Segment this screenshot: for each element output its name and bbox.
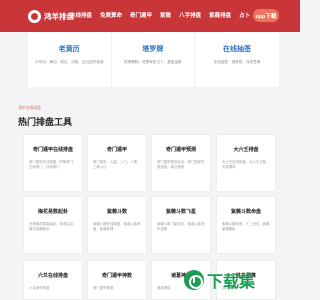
nav-item-online-chart[interactable]: 在线排盘 [70, 11, 92, 19]
tool-card[interactable]: 梅花易数起卦 在线梅花易数起卦，体用生克，梅花易数解卦 [23, 196, 83, 254]
tool-desc: 奇门遁甲在线排盘，时家奇门，日家奇门，月家奇门 [29, 160, 77, 169]
tool-card[interactable]: 大六壬排盘 大六壬在线排盘，大六壬占断，天将课体 [216, 134, 276, 192]
tool-desc: 六爻纳甲排盘 [29, 286, 50, 290]
download-site-icon [184, 270, 204, 290]
tool-card[interactable]: 奇门遁甲在线排盘 奇门遁甲在线排盘，时家奇门，日家奇门，月家奇门 [23, 134, 83, 192]
tool-title: 六爻在线排盘 [37, 273, 68, 279]
tool-desc: 奇门遁甲神数 [93, 286, 114, 290]
feature-desc: 塔罗解释，塔罗单张占卜，星座运势 [124, 60, 182, 64]
tool-title: 大六壬排盘 [233, 147, 259, 153]
nav-item-qimen[interactable]: 奇门遁甲 [130, 11, 152, 19]
section-title: 热门排盘工具 [18, 117, 73, 127]
tool-card[interactable]: 紫薇斗数命盘 紫薇斗数命宫，十二宫位，紫微星曜解析 [216, 196, 276, 254]
tool-title: 奇门遁甲预测 [165, 147, 196, 153]
feature-row: 老黄历 万年历、黄历、择日、冲煞、吉日吉时查询 塔罗牌 塔罗解释，塔罗单张占卜，… [28, 32, 279, 87]
main-nav: 在线排盘 免费算命 奇门遁甲 紫微 八字排盘 紫薇排盘 占卜 [70, 11, 258, 19]
watermark-text: 下载集 [207, 274, 256, 291]
tool-title: 紫薇斗数飞星 [165, 209, 196, 215]
tool-desc: 大六壬在线排盘，大六壬占断，天将课体 [222, 160, 270, 169]
tool-card[interactable]: 奇门遁甲 奇门遁甲，九星、八门、八神，三奇六仪 [87, 134, 147, 192]
tool-title: 奇门遁甲 [106, 147, 127, 153]
site-logo[interactable]: 鸿羊排盘 [28, 9, 74, 23]
tool-card[interactable]: 奇门遁甲预测 奇门遁甲预测吉凶，奇门遁甲在线排盘，事业预测 [151, 134, 211, 192]
feature-title: 在线抽签 [222, 46, 251, 53]
feature-draw-lots[interactable]: 在线抽签 在线抽签，观音签，月老签等 [195, 32, 279, 87]
nav-item-bazi[interactable]: 八字排盘 [179, 11, 201, 19]
feature-desc: 万年历、黄历、择日、冲煞、吉日吉时查询 [35, 60, 104, 64]
app-download-button[interactable]: app下载 [253, 9, 279, 22]
logo-icon [28, 9, 41, 23]
feature-title: 老黄历 [58, 46, 80, 53]
tool-desc: 紫薇斗数飞星四化，紫薇斗数流年运势 [157, 222, 205, 231]
section-tag: 鸿羊在线排盘 [18, 106, 41, 110]
tool-title: 奇门遁甲神数 [101, 273, 132, 279]
feature-desc: 在线抽签，观音签，月老签等 [213, 60, 261, 64]
nav-item-ziwei[interactable]: 紫微 [160, 11, 171, 19]
tool-desc: 紫薇斗数命宫，十二宫位，紫微星曜解析 [222, 222, 270, 231]
tool-card[interactable]: 奇门遁甲神数 奇门遁甲神数 [87, 260, 147, 300]
tool-title: 梅花易数起卦 [37, 209, 68, 215]
watermark: 下载集 [184, 270, 256, 291]
tool-title: 紫薇斗数命盘 [230, 209, 261, 215]
tool-title: 奇门遁甲在线排盘 [32, 147, 73, 153]
tool-card[interactable]: 紫薇斗数 紫薇斗数在线排盘，紫薇斗数命盘，紫薇命理 [87, 196, 147, 254]
tool-desc: 奇门遁甲，九星、八门、八神，三奇六仪 [93, 160, 141, 169]
feature-almanac[interactable]: 老黄历 万年历、黄历、择日、冲煞、吉日吉时查询 [28, 32, 112, 87]
feature-tarot[interactable]: 塔罗牌 塔罗解释，塔罗单张占卜，星座运势 [111, 32, 196, 87]
feature-title: 塔罗牌 [142, 46, 164, 53]
tool-desc: 奇门遁甲预测吉凶，奇门遁甲在线排盘，事业预测 [157, 160, 205, 169]
tool-card[interactable]: 六爻在线排盘 六爻纳甲排盘 [23, 260, 83, 300]
tool-card[interactable]: 紫薇斗数飞星 紫薇斗数飞星四化，紫薇斗数流年运势 [151, 196, 211, 254]
nav-item-divination[interactable]: 占卜 [239, 11, 250, 19]
tool-desc: 紫薇斗数在线排盘，紫薇斗数命盘，紫薇命理 [93, 222, 141, 231]
nav-item-ziwei-chart[interactable]: 紫薇排盘 [209, 11, 231, 19]
top-header: 鸿羊排盘 在线排盘 免费算命 奇门遁甲 紫微 八字排盘 紫薇排盘 占卜 app下… [0, 0, 300, 32]
nav-item-free-fortune[interactable]: 免费算命 [100, 11, 122, 19]
tool-desc: 在线梅花易数起卦，体用生克，梅花易数解卦 [29, 222, 77, 231]
tool-title: 紫薇斗数 [106, 209, 127, 215]
page: 鸿羊排盘 在线排盘 免费算命 奇门遁甲 紫微 八字排盘 紫薇排盘 占卜 app下… [0, 0, 300, 300]
